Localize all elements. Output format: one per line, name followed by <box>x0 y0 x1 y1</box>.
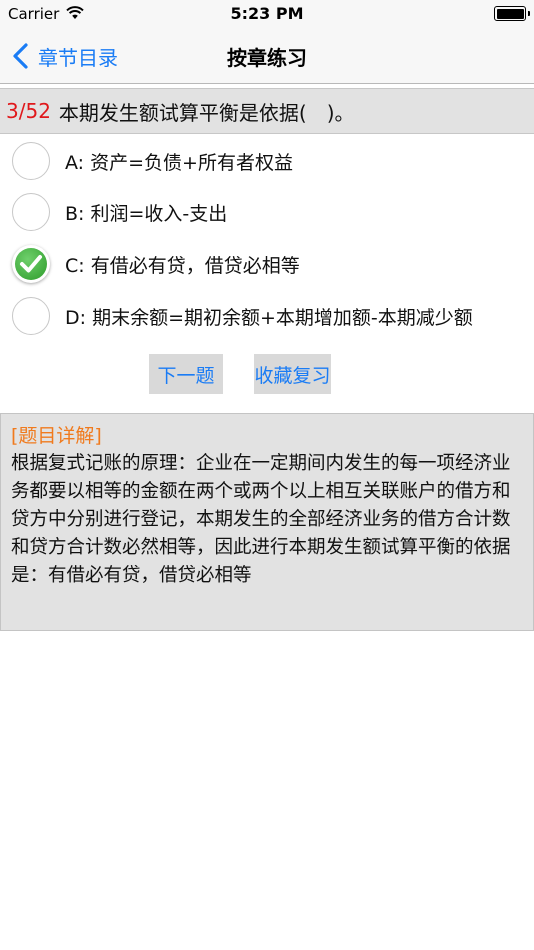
explanation-panel: [题目详解] 根据复式记账的原理：企业在一定期间内发生的每一项经济业务都要以相等… <box>0 413 534 631</box>
option-a[interactable]: A: 资产=负债+所有者权益 <box>12 139 532 183</box>
page-title: 按章练习 <box>227 46 307 70</box>
checkmark-icon <box>20 255 42 273</box>
radio-unchecked-icon[interactable] <box>12 142 50 180</box>
navigation-bar: 章节目录 按章练习 <box>0 28 534 84</box>
option-label: C: 有借必有贷，借贷必相等 <box>65 254 300 277</box>
option-d[interactable]: D: 期末余额=期初余额+本期增加额-本期减少额 <box>12 294 532 338</box>
favorite-review-button[interactable]: 收藏复习 <box>254 354 331 394</box>
explanation-heading: [题目详解] <box>11 425 102 447</box>
option-b[interactable]: B: 利润=收入-支出 <box>12 190 532 234</box>
radio-unchecked-icon[interactable] <box>12 193 50 231</box>
status-time: 5:23 PM <box>230 4 304 23</box>
explanation-body: 根据复式记账的原理：企业在一定期间内发生的每一项经济业务都要以相等的金额在两个或… <box>11 453 511 586</box>
option-label: B: 利润=收入-支出 <box>65 202 228 225</box>
option-label: D: 期末余额=期初余额+本期增加额-本期减少额 <box>65 306 473 329</box>
option-c[interactable]: C: 有借必有贷，借贷必相等 <box>12 242 532 286</box>
question-number: 3/52 <box>6 99 51 123</box>
status-bar: Carrier 5:23 PM <box>0 0 534 28</box>
battery-icon <box>494 6 530 21</box>
radio-checked-icon[interactable] <box>12 245 50 283</box>
next-question-button[interactable]: 下一题 <box>149 354 223 394</box>
question-text: 本期发生额试算平衡是依据( )。 <box>58 100 355 125</box>
radio-unchecked-icon[interactable] <box>12 297 50 335</box>
question-bar: 3/52 本期发生额试算平衡是依据( )。 <box>0 88 534 134</box>
option-label: A: 资产=负债+所有者权益 <box>65 151 293 174</box>
